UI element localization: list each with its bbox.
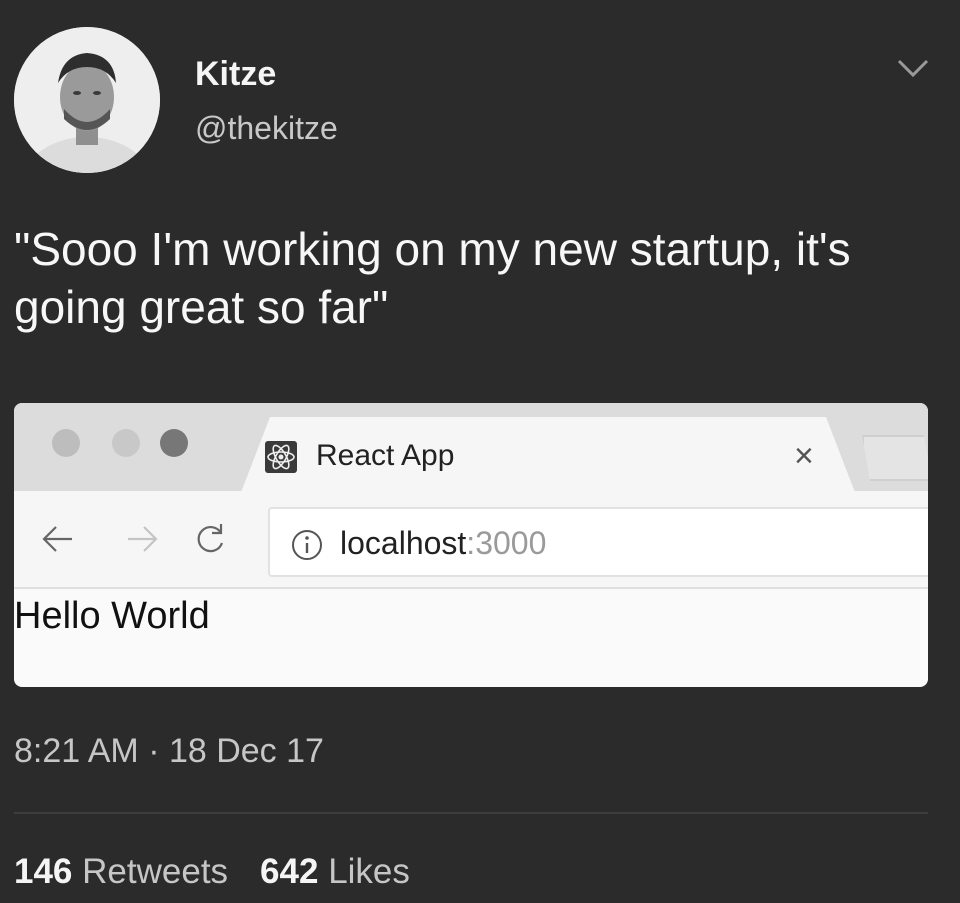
window-minimize-dot — [112, 429, 140, 457]
author-display-name[interactable]: Kitze — [195, 55, 276, 94]
likes-count: 642 — [260, 852, 319, 891]
reload-icon — [190, 519, 230, 559]
likes-label: Likes — [328, 852, 410, 891]
window-close-dot — [52, 429, 80, 457]
info-icon — [290, 528, 324, 562]
retweets-count: 146 — [14, 852, 73, 891]
tweet-stats: 146 Retweets 642 Likes — [14, 852, 410, 892]
divider — [14, 812, 928, 814]
author-handle[interactable]: @thekitze — [195, 110, 338, 147]
tab-title: React App — [316, 439, 455, 472]
avatar-photo — [14, 27, 160, 173]
new-tab-button — [862, 435, 928, 481]
tweet-text: "Sooo I'm working on my new startup, it'… — [14, 223, 851, 333]
window-zoom-dot — [160, 429, 188, 457]
react-atom-icon — [264, 440, 298, 474]
arrow-left-icon — [38, 519, 78, 559]
arrow-right-icon — [122, 519, 162, 559]
url-port: :3000 — [466, 525, 547, 561]
retweets-stat[interactable]: 146 Retweets — [14, 852, 228, 891]
likes-stat[interactable]: 642 Likes — [260, 852, 410, 891]
browser-screenshot: React App × localhost:3000 Hello World — [14, 403, 928, 687]
chevron-down-icon[interactable] — [893, 55, 933, 83]
tweet-timestamp[interactable]: 8:21 AM · 18 Dec 17 — [14, 732, 324, 771]
avatar[interactable] — [14, 27, 160, 173]
close-icon: × — [794, 437, 814, 475]
url-host: localhost — [340, 525, 467, 561]
retweets-label: Retweets — [82, 852, 229, 891]
page-content-text: Hello World — [14, 595, 210, 637]
url-text: localhost:3000 — [340, 525, 546, 562]
